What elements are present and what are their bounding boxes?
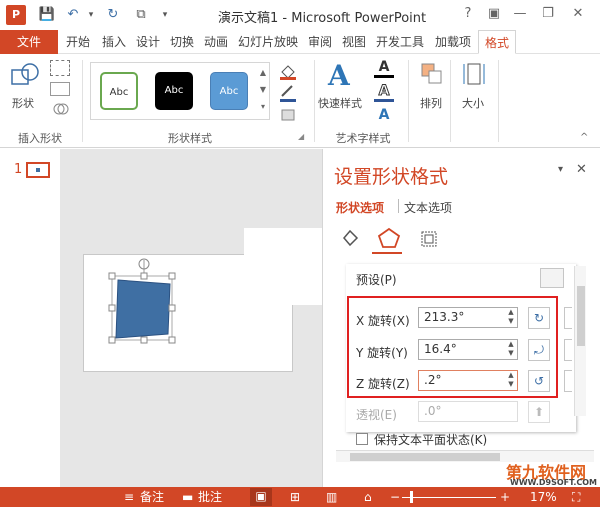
comments-button[interactable]: 批注 [198, 489, 222, 505]
shape-style-thumb-blue[interactable]: Abc [210, 72, 248, 110]
shapes-button-label[interactable]: 形状 [12, 95, 34, 111]
reading-view-icon[interactable]: ▥ [326, 489, 337, 505]
ribbon-separator [408, 60, 409, 142]
redo-icon[interactable]: ↻ [104, 6, 122, 24]
tab-format[interactable]: 格式 [478, 30, 516, 54]
notes-icon[interactable]: ≡ [124, 489, 134, 505]
textbox-icon[interactable] [50, 82, 70, 96]
ribbon-separator [82, 60, 83, 142]
zoom-slider-track[interactable] [402, 497, 496, 498]
zoom-level[interactable]: 17% [530, 489, 557, 505]
size-label[interactable]: 大小 [462, 95, 484, 111]
pane-vertical-scrollbar[interactable] [574, 266, 586, 416]
merge-shapes-icon[interactable] [52, 102, 70, 116]
format-pane-title: 设置形状格式 [334, 166, 449, 188]
shape-style-thumb-black[interactable]: Abc [155, 72, 193, 110]
presentation-preview-icon[interactable]: ⧉ [132, 6, 150, 24]
quick-styles-label[interactable]: 快速样式 [318, 95, 362, 111]
notes-button[interactable]: 备注 [140, 489, 164, 505]
size-properties-icon[interactable] [418, 228, 440, 248]
tab-review[interactable]: 审阅 [304, 30, 336, 54]
shapes-icon[interactable] [10, 60, 42, 92]
tab-transitions[interactable]: 切换 [166, 30, 198, 54]
x-rotate-right-icon[interactable] [564, 307, 572, 329]
zoom-out-button[interactable]: − [390, 489, 400, 505]
text-effects-icon[interactable]: A [374, 106, 394, 124]
ribbon-display-icon[interactable]: ▣ [482, 4, 506, 24]
tab-developer[interactable]: 开发工具 [372, 30, 428, 54]
undo-dropdown-icon[interactable]: ▾ [82, 6, 100, 24]
slide-number: 1 [14, 162, 23, 177]
slide-thumbnail-pane [0, 149, 60, 487]
tab-slideshow[interactable]: 幻灯片放映 [234, 30, 302, 54]
arrange-label[interactable]: 排列 [420, 95, 442, 111]
collapse-ribbon-icon[interactable]: ^ [580, 132, 588, 143]
active-tab-indicator [372, 252, 402, 254]
y-rotate-down-icon[interactable] [564, 339, 572, 361]
tab-insert[interactable]: 插入 [98, 30, 130, 54]
undo-icon[interactable]: ↶ [64, 6, 82, 24]
normal-view-icon[interactable]: ▣ [250, 488, 272, 506]
powerpoint-app-icon[interactable]: P [6, 5, 26, 25]
slide-sorter-icon[interactable]: ⊞ [290, 489, 300, 505]
gallery-scroll-icon[interactable]: ▲ ▼ ▾ [258, 64, 268, 116]
ribbon-separator [498, 60, 499, 142]
text-outline-icon[interactable]: A [374, 84, 394, 102]
window-title: 演示文稿1 - Microsoft PowerPoint [218, 11, 427, 26]
dialog-launcher-icon[interactable]: ◢ [298, 132, 306, 141]
ribbon-separator [450, 60, 451, 142]
pane-tab-divider [398, 199, 399, 213]
canvas-overlay-region [244, 228, 322, 305]
minimize-button[interactable]: — [508, 4, 532, 24]
tab-file[interactable]: 文件 [0, 30, 58, 54]
tab-design[interactable]: 设计 [132, 30, 164, 54]
rotation-highlight-box [347, 296, 558, 398]
shape-outline-icon[interactable] [278, 84, 298, 102]
text-fill-icon[interactable]: A [374, 60, 394, 78]
preset-dropdown[interactable] [540, 268, 564, 288]
fit-slide-icon[interactable]: ⛶ [572, 489, 580, 505]
quick-styles-icon[interactable]: A [328, 60, 358, 92]
z-rotate-clockwise-icon[interactable] [564, 370, 572, 392]
help-icon[interactable]: ? [456, 4, 480, 24]
shape-fill-icon[interactable] [278, 62, 298, 80]
tab-home[interactable]: 开始 [62, 30, 94, 54]
tab-addins[interactable]: 加载项 [430, 30, 476, 54]
close-pane-icon[interactable]: ✕ [576, 162, 587, 177]
rotated-shape[interactable] [104, 254, 184, 344]
tab-shape-options[interactable]: 形状选项 [336, 199, 384, 216]
customize-qat-icon[interactable]: ▾ [156, 6, 174, 24]
perspective-input: .0° [418, 401, 518, 422]
shape-effects-icon[interactable] [278, 106, 298, 124]
effects-icon[interactable] [376, 226, 402, 250]
save-icon[interactable]: 💾 [38, 6, 56, 24]
tab-text-options[interactable]: 文本选项 [404, 199, 452, 216]
watermark-url: WWW.D9SOFT.COM [510, 478, 598, 487]
restore-button[interactable]: ❐ [536, 4, 560, 24]
wordart-group-label: 艺术字样式 [335, 132, 391, 145]
arrange-icon[interactable] [420, 62, 444, 86]
shape-styles-group-label: 形状样式 [168, 132, 212, 145]
zoom-slider-thumb[interactable] [410, 491, 413, 503]
pane-options-icon[interactable]: ▾ [558, 164, 563, 175]
slideshow-icon[interactable]: ⌂ [364, 489, 372, 505]
insert-shapes-group-label: 插入形状 [18, 132, 62, 145]
size-icon[interactable] [462, 60, 486, 88]
close-window-button[interactable]: ✕ [566, 4, 590, 24]
perspective-up-icon: ⬆ [528, 401, 550, 423]
fill-line-icon[interactable] [340, 228, 360, 248]
perspective-label: 透视(E) [356, 408, 397, 422]
keep-text-flat-checkbox[interactable] [356, 433, 368, 445]
zoom-in-button[interactable]: + [500, 489, 510, 505]
slide-thumbnail[interactable] [26, 162, 50, 178]
ribbon-separator [314, 60, 315, 142]
edit-shape-icon[interactable] [50, 60, 70, 76]
shape-style-thumb-white[interactable]: Abc [100, 72, 138, 110]
keep-text-flat-label[interactable]: 保持文本平面状态(K) [374, 431, 487, 448]
comments-icon[interactable]: ▬ [182, 489, 193, 505]
tab-animations[interactable]: 动画 [200, 30, 232, 54]
tab-view[interactable]: 视图 [338, 30, 370, 54]
preset-label: 预设(P) [356, 273, 397, 287]
